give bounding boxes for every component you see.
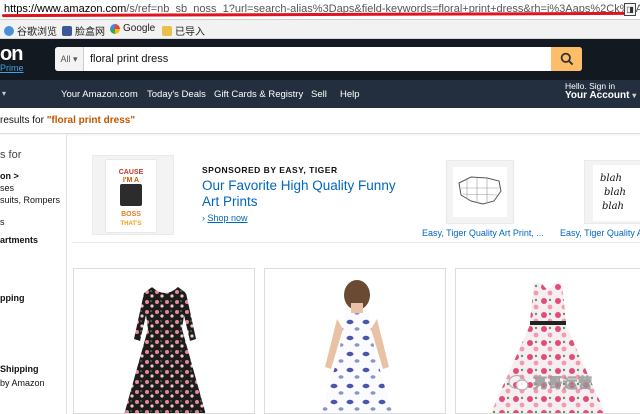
browser-address-bar[interactable]: https://www.amazon.com/s/ref=nb_sb_noss_… [0, 0, 640, 20]
search-icon [560, 52, 573, 66]
bookmark-item[interactable]: 谷歌浏览 [4, 23, 57, 38]
product-card[interactable] [264, 268, 446, 414]
sponsored-headline[interactable]: Our Favorite High Quality Funny Art Prin… [202, 178, 402, 210]
sidebar-item-shipping[interactable]: pping [0, 293, 25, 303]
search-button[interactable] [551, 47, 582, 71]
departments-caret-icon[interactable]: ▾ [2, 89, 6, 98]
svg-text:I'M A: I'M A [123, 177, 139, 184]
boss-print-icon: CAUSE I'M A BOSS THAT'S [119, 169, 144, 227]
blah-print-icon: blah blah blah [593, 165, 640, 221]
sidebar-item-jumpsuits[interactable]: suits, Rompers [0, 195, 60, 205]
sponsored-thumb-blah[interactable]: blah blah blah [584, 160, 640, 224]
sidebar-item-by-amazon[interactable]: by Amazon [0, 378, 45, 388]
sidebar-item-departments[interactable]: artments [0, 235, 38, 245]
watermark-text: 亮哥运营 [533, 375, 593, 392]
bookmarks-bar: 谷歌浏览 脸盒网 Google 已导入 [0, 20, 640, 39]
results-prefix: results for [0, 115, 47, 126]
account-menu[interactable]: Hello. Sign in Your Account ▾ [565, 82, 636, 101]
svg-text:blah: blah [604, 187, 626, 198]
svg-text:BOSS: BOSS [121, 211, 141, 218]
svg-text:CAUSE: CAUSE [119, 169, 144, 176]
your-account-label: Your Account [565, 89, 630, 101]
chevron-down-icon: ▾ [632, 90, 637, 100]
amazon-nav-bar: ▾ Your Amazon.com Today's Deals Gift Car… [0, 80, 640, 108]
nav-help[interactable]: Help [340, 89, 360, 100]
wechat-icon [508, 374, 529, 391]
bookmark-item[interactable]: 脸盒网 [62, 23, 105, 38]
nav-your-amazon[interactable]: Your Amazon.com [61, 89, 138, 100]
filter-sidebar: s for on > ses suits, Rompers s artments… [0, 135, 67, 414]
nav-gift-cards[interactable]: Gift Cards & Registry [214, 89, 303, 100]
nav-sell[interactable]: Sell [311, 89, 327, 100]
product-image-black-floral-dress [124, 287, 206, 413]
prime-link[interactable]: Prime [0, 63, 24, 73]
sidebar-item-dresses[interactable]: ses [0, 183, 14, 193]
shop-now-link[interactable]: › Shop now [202, 213, 248, 223]
results-summary-bar: results for "floral print dress" [0, 108, 640, 134]
section-divider [72, 242, 640, 243]
boss-print-card: CAUSE I'M A BOSS THAT'S [106, 160, 156, 232]
folder-icon [162, 25, 172, 36]
sponsored-label: SPONSORED BY EASY, TIGER [202, 165, 338, 175]
bookmark-item[interactable]: Google [110, 23, 155, 34]
extension-icon[interactable]: ◨ [624, 3, 636, 16]
sidebar-item-s[interactable]: s [0, 217, 5, 227]
search-bar: All ▾ [55, 47, 582, 71]
us-map-print-icon [453, 167, 507, 217]
sidebar-heading: s for [0, 149, 22, 161]
sponsored-thumb-caption[interactable]: Easy, Tiger Quality Art Print, ... [422, 228, 548, 238]
sidebar-item-free-shipping[interactable]: Shipping [0, 364, 39, 374]
sponsored-product-image[interactable]: CAUSE I'M A BOSS THAT'S [92, 155, 174, 235]
svg-text:THAT'S: THAT'S [121, 221, 142, 227]
globe-icon [4, 25, 14, 36]
search-input[interactable] [85, 47, 551, 71]
sidebar-item-category[interactable]: on > [0, 171, 19, 181]
svg-text:blah: blah [600, 173, 622, 184]
nav-todays-deals[interactable]: Today's Deals [147, 89, 206, 100]
bookmark-item[interactable]: 已导入 [162, 23, 205, 38]
sponsored-thumb-caption[interactable]: Easy, Tiger Quality Art P [560, 228, 640, 238]
facebook-icon [62, 25, 72, 36]
results-query: "floral print dress" [46, 115, 136, 126]
watermark: 亮哥运营 [508, 373, 593, 393]
sponsored-thumb-map[interactable] [446, 160, 514, 224]
search-department-dropdown[interactable]: All ▾ [55, 47, 84, 71]
product-card[interactable] [73, 268, 255, 414]
google-icon [110, 23, 120, 34]
product-image-white-blue-dress [321, 280, 393, 413]
svg-text:blah: blah [602, 201, 624, 212]
